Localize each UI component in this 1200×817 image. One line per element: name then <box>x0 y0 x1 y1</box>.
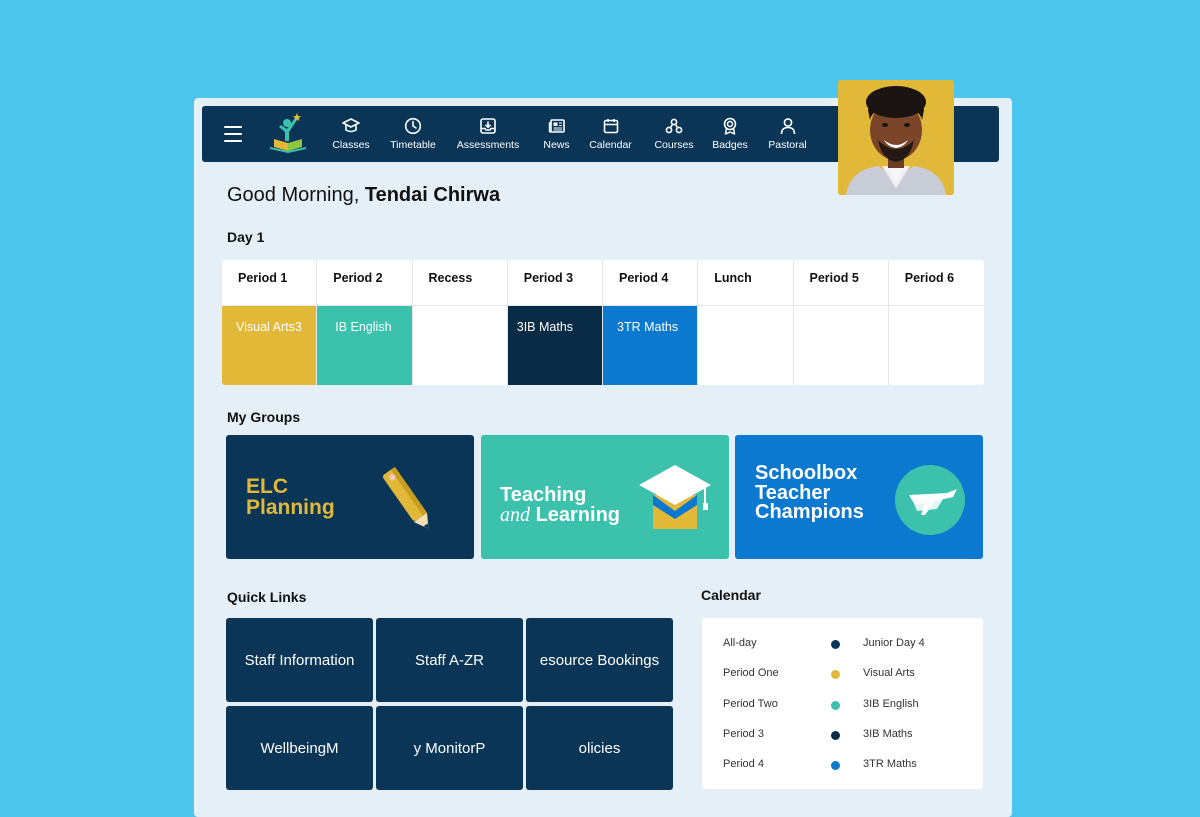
nav-courses[interactable]: Courses <box>653 117 695 155</box>
clock-icon <box>404 117 422 135</box>
nav-calendar[interactable]: Calendar <box>588 117 633 155</box>
calendar-widget: All-day Junior Day 4 Period One Visual A… <box>702 618 983 789</box>
calendar-event-row[interactable]: Period Two 3IB English <box>702 698 983 718</box>
period-cell <box>698 306 793 385</box>
timetable-column: Lunch <box>698 260 794 385</box>
calendar-event-row[interactable]: Period 4 3TR Maths <box>702 758 983 778</box>
groups-title: My Groups <box>227 409 301 425</box>
quick-link-policies[interactable]: olicies <box>526 706 673 790</box>
period-header: Recess <box>412 260 507 306</box>
nav-timetable[interactable]: Timetable <box>387 117 439 155</box>
timetable-column: Period 3 3IB Maths <box>507 260 603 385</box>
quick-link-staff-information[interactable]: Staff Information <box>226 618 373 702</box>
timetable-day-title: Day 1 <box>227 229 265 245</box>
group-title-line: Learning <box>535 503 621 526</box>
group-title-line: Champions <box>755 501 864 524</box>
pencil-icon <box>382 466 429 529</box>
calendar-event-row[interactable]: All-day Junior Day 4 <box>702 637 983 657</box>
period-cell[interactable]: 3IB Maths <box>507 306 602 385</box>
event-color-dot <box>831 670 840 679</box>
period-cell[interactable]: Visual Arts3 <box>222 306 317 385</box>
nav-news[interactable]: News <box>540 117 573 155</box>
timetable-column: Period 5 <box>793 260 889 385</box>
nav-assessments[interactable]: Assessments <box>456 117 520 155</box>
period-cell[interactable]: IB English <box>317 306 412 385</box>
school-logo[interactable] <box>268 111 308 155</box>
award-badge-icon <box>723 117 737 135</box>
nav-label: Pastoral <box>768 139 807 151</box>
timetable-column: Period 6 <box>888 260 984 385</box>
group-card-schoolbox-teacher-champions[interactable]: Schoolbox Teacher Champions <box>735 435 983 559</box>
nav-badges[interactable]: Badges <box>711 117 749 155</box>
group-title-line: Schoolbox <box>755 462 858 484</box>
greeting: Good Morning, Tendai Chirwa <box>227 184 500 207</box>
event-time: Period One <box>723 667 779 679</box>
schoolbox-logo-icon <box>895 465 965 535</box>
period-header: Period 1 <box>222 260 317 306</box>
quick-link-resource-bookings[interactable]: esource Bookings <box>526 618 673 702</box>
event-title: 3TR Maths <box>863 758 917 770</box>
period-cell <box>412 306 507 385</box>
user-name: Tendai Chirwa <box>364 184 501 206</box>
user-icon <box>780 118 795 135</box>
quick-links-title: Quick Links <box>227 589 307 605</box>
event-time: All-day <box>723 637 757 649</box>
inbox-download-icon <box>480 118 496 134</box>
molecule-icon <box>665 118 683 134</box>
period-header: Lunch <box>698 260 793 306</box>
period-header: Period 4 <box>603 260 698 306</box>
calendar-event-row[interactable]: Period 3 3IB Maths <box>702 728 983 748</box>
period-header: Period 3 <box>507 260 602 306</box>
group-card-elc-planning[interactable]: ELC Planning <box>226 435 474 559</box>
event-title: Junior Day 4 <box>863 637 925 649</box>
newspaper-icon <box>548 119 565 133</box>
period-header: Period 2 <box>317 260 412 306</box>
timetable: Period 1 Visual Arts3 Period 2 IB Englis… <box>222 260 984 385</box>
user-avatar[interactable] <box>838 80 954 195</box>
hamburger-menu-icon[interactable] <box>224 126 242 142</box>
event-time: Period 4 <box>723 758 764 770</box>
quick-link-staff-a-z[interactable]: Staff A-ZR <box>376 618 523 702</box>
period-cell <box>888 306 984 385</box>
nav-label: Timetable <box>390 139 436 151</box>
period-header: Period 6 <box>888 260 984 306</box>
nav-label: Badges <box>712 139 748 151</box>
nav-label: Assessments <box>456 139 520 151</box>
nav-label: Calendar <box>589 139 632 151</box>
period-cell <box>793 306 888 385</box>
nav-classes[interactable]: Classes <box>332 117 370 155</box>
quick-link-wellbeing[interactable]: WellbeingM <box>226 706 373 790</box>
event-title: Visual Arts <box>863 667 915 679</box>
event-time: Period 3 <box>723 728 764 740</box>
timetable-column: Period 1 Visual Arts3 <box>222 260 318 385</box>
graduation-cap-icon <box>342 118 360 133</box>
event-color-dot <box>831 761 840 770</box>
calendar-event-row[interactable]: Period One Visual Arts <box>702 667 983 687</box>
nav-label: Courses <box>654 139 694 151</box>
greeting-prefix: Good Morning, <box>227 184 360 206</box>
group-title-line: ELC <box>246 475 288 498</box>
quick-link-monitor[interactable]: y MonitorP <box>376 706 523 790</box>
group-card-teaching-and-learning[interactable]: Teaching and Learning <box>481 435 729 559</box>
graduation-cap-icon <box>639 465 711 529</box>
group-title-italic: and <box>500 503 530 526</box>
event-color-dot <box>831 731 840 740</box>
event-title: 3IB English <box>863 698 919 710</box>
event-time: Period Two <box>723 698 778 710</box>
event-color-dot <box>831 701 840 710</box>
timetable-column: Period 4 3TR Maths <box>603 260 699 385</box>
period-cell[interactable]: 3TR Maths <box>603 306 698 385</box>
calendar-title: Calendar <box>701 587 761 603</box>
timetable-column: Period 2 IB English <box>317 260 413 385</box>
timetable-column: Recess <box>412 260 508 385</box>
event-title: 3IB Maths <box>863 728 913 740</box>
nav-label: Classes <box>332 139 370 151</box>
group-title-line: Planning <box>246 495 335 519</box>
event-color-dot <box>831 640 840 649</box>
nav-label: News <box>543 139 570 151</box>
calendar-icon <box>603 119 618 134</box>
period-header: Period 5 <box>793 260 888 306</box>
nav-pastoral[interactable]: Pastoral <box>767 117 808 155</box>
